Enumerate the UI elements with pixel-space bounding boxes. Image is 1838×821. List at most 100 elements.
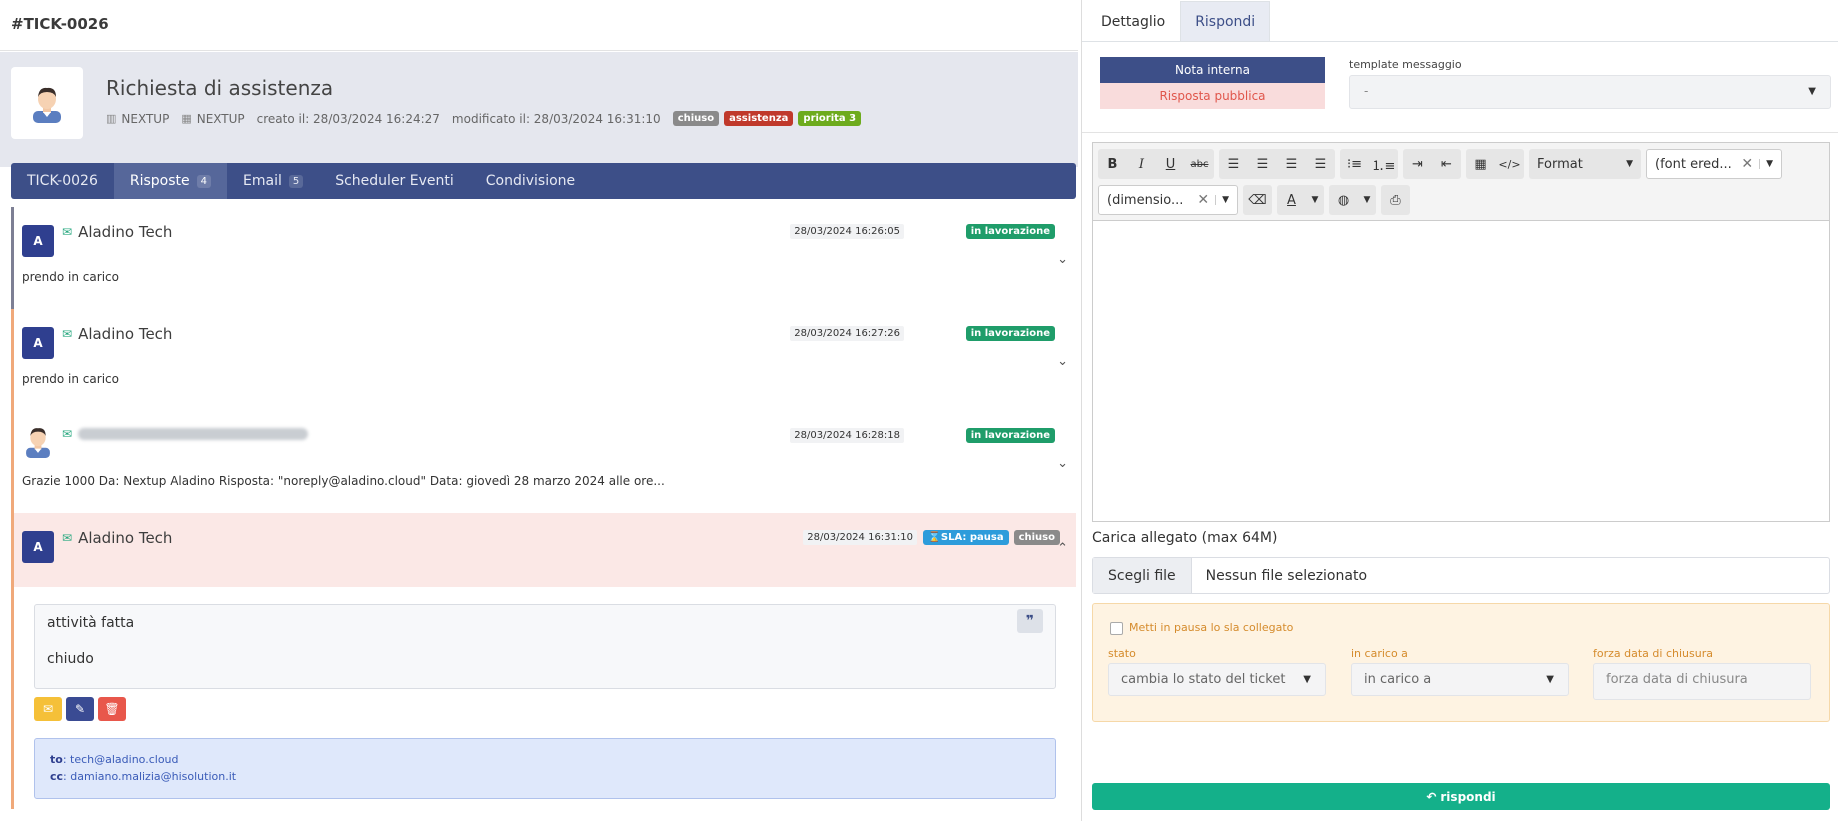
clear-format-icon[interactable]: ⌫ (1243, 185, 1272, 215)
status-badge: chiuso (672, 111, 720, 126)
choose-file-button[interactable]: Scegli file (1093, 558, 1192, 593)
tab-scheduler[interactable]: Scheduler Eventi (319, 163, 470, 199)
person-icon (26, 428, 50, 458)
to-address: tech@aladino.cloud (70, 753, 179, 766)
reply-date: 28/03/2024 16:28:18 (790, 428, 904, 443)
caret-down-icon[interactable]: ▼ (1306, 185, 1324, 215)
tab-email-count: 5 (288, 174, 304, 188)
replies-list: A ✉ Aladino Tech 28/03/2024 16:26:05 in l… (11, 207, 1076, 809)
print-icon[interactable]: ⎙ (1381, 185, 1410, 215)
reply-status-badge: in lavorazione (965, 326, 1055, 341)
ticket-options-box: Metti in pausa lo sla collegato stato ca… (1092, 603, 1830, 722)
tab-email[interactable]: Email 5 (227, 163, 319, 199)
chevron-down-icon[interactable]: ⌄ (1057, 252, 1068, 267)
align-justify-icon[interactable]: ☰ (1306, 149, 1335, 179)
tab-condivisione[interactable]: Condivisione (470, 163, 591, 199)
reply-body: attività fatta chiudo ❞ (34, 604, 1056, 689)
created-date: creato il: 28/03/2024 16:24:27 (256, 111, 440, 126)
reply-status-badge: chiuso (1013, 530, 1060, 545)
author-name: Aladino Tech (78, 529, 173, 547)
tab-email-label: Email (243, 173, 282, 189)
fill-color-icon[interactable]: ◍ (1329, 185, 1358, 215)
delete-button[interactable]: 🗑 (98, 697, 126, 721)
cc-address: damiano.malizia@hisolution.it (70, 770, 237, 783)
author-name: Aladino Tech (78, 325, 173, 343)
clear-icon[interactable]: ✕ (1735, 156, 1759, 172)
caret-down-icon[interactable]: ▼ (1358, 185, 1376, 215)
reply-body-line: attività fatta (47, 615, 135, 631)
requester-avatar (11, 67, 83, 139)
indent-icon[interactable]: ⇥ (1403, 149, 1432, 179)
chevron-down-icon[interactable]: ⌄ (1057, 354, 1068, 369)
align-center-icon[interactable]: ☰ (1248, 149, 1277, 179)
reply-panel-tabs: Dettaglio Rispondi (1082, 0, 1838, 42)
sla-badge: ⌛SLA: pausa (923, 530, 1009, 545)
chevron-up-icon[interactable]: ⌃ (1057, 541, 1068, 556)
reply-text: prendo in carico (22, 270, 119, 284)
ticket-meta: ▥ NEXTUP ▦ NEXTUP creato il: 28/03/2024 16… (106, 111, 866, 126)
author-name-redacted (78, 428, 309, 440)
numbered-list-icon[interactable]: ⒈≡ (1369, 149, 1398, 179)
file-input[interactable]: Scegli file Nessun file selezionato (1092, 557, 1830, 594)
underline-icon[interactable]: U (1156, 149, 1185, 179)
tab-dettaglio[interactable]: Dettaglio (1086, 1, 1180, 41)
edit-button[interactable]: ✎ (66, 697, 94, 721)
italic-icon[interactable]: I (1127, 149, 1156, 179)
internal-note-button[interactable]: Nota interna (1100, 57, 1325, 83)
ticket-id-heading: #TICK-0026 (0, 0, 1078, 51)
caret-down-icon: ▼ (1303, 674, 1311, 685)
ticket-title: Richiesta di assistenza (106, 76, 334, 100)
chevron-down-icon[interactable]: ⌄ (1057, 456, 1068, 471)
reply-submit-label: rispondi (1440, 789, 1496, 804)
person-icon (33, 87, 61, 123)
tab-risposte[interactable]: Risposte 4 (113, 163, 227, 199)
format-label: Format (1537, 156, 1583, 172)
carico-label: in carico a (1351, 647, 1408, 660)
priority-badge: priorita 3 (798, 111, 862, 126)
carico-select[interactable]: in carico a ▼ (1351, 663, 1569, 696)
reply-panel: Dettaglio Rispondi Nota interna Risposta… (1081, 0, 1838, 821)
rich-text-editor: B I U abc ☰ ☰ ☰ ☰ ⁝≡ ⒈≡ ⇥ ⇤ ▦ </> Format… (1092, 142, 1830, 522)
reply-text: prendo in carico (22, 372, 119, 386)
stato-label: stato (1108, 647, 1136, 660)
reply-text: Grazie 1000 Da: Nextup Aladino Risposta:… (22, 474, 665, 488)
forza-date-input[interactable]: forza data di chiusura (1593, 663, 1811, 700)
editor-content[interactable] (1093, 221, 1829, 520)
bullet-list-icon[interactable]: ⁝≡ (1340, 149, 1369, 179)
envelope-open-icon: ✉ (62, 531, 73, 545)
public-reply-button[interactable]: Risposta pubblica (1100, 83, 1325, 109)
size-select[interactable]: (dimensio... ✕ ▼ (1098, 185, 1238, 215)
to-label: to (50, 753, 63, 766)
table-icon[interactable]: ▦ (1466, 149, 1495, 179)
tab-risposte-count: 4 (196, 174, 211, 188)
recipients-box: to: tech@aladino.cloud cc: damiano.maliz… (34, 738, 1056, 799)
category-badge: assistenza (724, 111, 794, 126)
align-left-icon[interactable]: ☰ (1219, 149, 1248, 179)
reply-date: 28/03/2024 16:26:05 (790, 224, 904, 239)
clear-icon[interactable]: ✕ (1191, 192, 1215, 208)
author-avatar: A (22, 225, 54, 257)
tab-ticket-label: TICK-0026 (27, 173, 98, 189)
template-label: template messaggio (1349, 58, 1462, 71)
code-icon[interactable]: </> (1495, 149, 1524, 179)
template-select[interactable]: - ▼ (1349, 75, 1831, 109)
stato-select[interactable]: cambia lo stato del ticket ▼ (1108, 663, 1326, 696)
font-select[interactable]: (font ered... ✕ ▼ (1646, 149, 1782, 179)
reply-item-expanded: A ✉ Aladino Tech 28/03/2024 16:31:10 ⌛SLA… (11, 513, 1076, 809)
caret-down-icon: ▼ (1626, 159, 1633, 169)
size-label: (dimensio... (1107, 192, 1184, 208)
email-button[interactable]: ✉ (34, 697, 62, 721)
sla-pause-checkbox[interactable] (1110, 622, 1123, 635)
tab-rispondi[interactable]: Rispondi (1180, 1, 1271, 41)
quote-icon[interactable]: ❞ (1017, 609, 1043, 633)
strikethrough-icon[interactable]: abc (1185, 149, 1214, 179)
reply-submit-button[interactable]: ↶ rispondi (1092, 783, 1830, 810)
bold-icon[interactable]: B (1098, 149, 1127, 179)
outdent-icon[interactable]: ⇤ (1432, 149, 1461, 179)
align-right-icon[interactable]: ☰ (1277, 149, 1306, 179)
format-select[interactable]: Format ▼ (1529, 149, 1641, 179)
sla-pause-option[interactable]: Metti in pausa lo sla collegato (1110, 619, 1293, 635)
reply-item: ✉ 28/03/2024 16:28:18 in lavorazione ⌄ G… (11, 411, 1076, 513)
tab-ticket[interactable]: TICK-0026 (11, 163, 114, 199)
text-color-icon[interactable]: A (1277, 185, 1306, 215)
